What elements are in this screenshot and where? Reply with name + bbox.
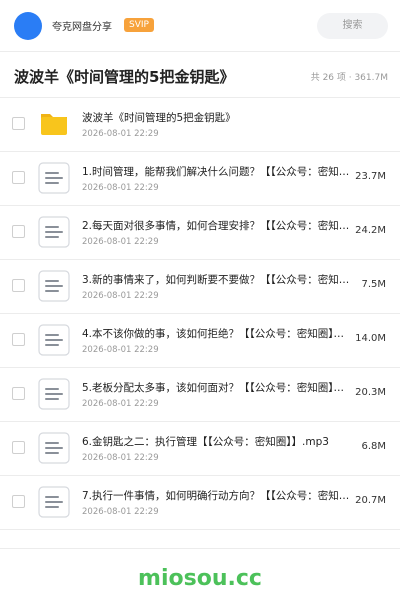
row-checkbox[interactable] xyxy=(12,117,25,130)
top-bar: 夸克网盘分享 SVIP 搜索 xyxy=(0,0,400,52)
row-checkbox[interactable] xyxy=(12,279,25,292)
page-title: 波波羊《时间管理的5把金钥匙》 xyxy=(14,68,235,86)
file-row[interactable]: 4.本不该你做的事，该如何拒绝？【【公众号：密知圈】】.mp3 2026-08-0… xyxy=(0,314,400,368)
row-checkbox[interactable] xyxy=(12,387,25,400)
file-date: 2026-08-01 22:29 xyxy=(82,183,159,193)
row-checkbox[interactable] xyxy=(12,225,25,238)
file-name[interactable]: 4.本不该你做的事，该如何拒绝？【【公众号：密知圈】】.mp3 xyxy=(82,326,354,341)
search-button[interactable]: 搜索 xyxy=(317,13,388,39)
file-row[interactable]: 1.时间管理，能帮我们解决什么问题？【【公众号：密知圈】】.mp3 2026-08… xyxy=(0,152,400,206)
file-name[interactable]: 3.新的事情来了，如何判断要不要做？【【公众号：密知圈】】.mp3 xyxy=(82,272,354,287)
file-name[interactable]: 7.执行一件事情，如何明确行动方向？【【公众号：密知圈】】.mp3 xyxy=(82,488,354,503)
watermark: miosou.cc xyxy=(0,548,400,600)
file-date: 2026-08-01 22:29 xyxy=(82,345,159,355)
file-name[interactable]: 波波羊《时间管理的5把金钥匙》 xyxy=(82,110,372,125)
row-checkbox[interactable] xyxy=(12,441,25,454)
folder-row[interactable]: 波波羊《时间管理的5把金钥匙》 2026-08-01 22:29 xyxy=(0,98,400,152)
file-row[interactable]: 5.老板分配太多事，该如何面对？【【公众号：密知圈】】.mp3 2026-08-0… xyxy=(0,368,400,422)
file-size: 20.3M xyxy=(355,387,386,398)
file-size: 23.7M xyxy=(355,171,386,182)
file-stats: 共 26 项 · 361.7M xyxy=(310,73,388,83)
document-icon xyxy=(38,324,70,356)
avatar[interactable] xyxy=(14,12,42,40)
document-icon xyxy=(38,162,70,194)
file-row[interactable]: 3.新的事情来了，如何判断要不要做？【【公众号：密知圈】】.mp3 2026-08… xyxy=(0,260,400,314)
file-date: 2026-08-01 22:29 xyxy=(82,129,159,139)
file-date: 2026-08-01 22:29 xyxy=(82,453,159,463)
svip-badge: SVIP xyxy=(124,18,154,32)
file-size: 6.8M xyxy=(361,441,386,452)
file-size: 24.2M xyxy=(355,225,386,236)
document-icon xyxy=(38,270,70,302)
document-icon xyxy=(38,378,70,410)
file-size: 7.5M xyxy=(361,279,386,290)
document-icon xyxy=(38,216,70,248)
row-checkbox[interactable] xyxy=(12,333,25,346)
file-row[interactable]: 2.每天面对很多事情，如何合理安排？【【公众号：密知圈】】.mp3 2026-08… xyxy=(0,206,400,260)
row-checkbox[interactable] xyxy=(12,495,25,508)
brand-name: 夸克网盘分享 xyxy=(52,22,112,33)
file-row[interactable]: 6.金钥匙之二：执行管理【【公众号：密知圈】】.mp3 2026-08-01 22… xyxy=(0,422,400,476)
file-date: 2026-08-01 22:29 xyxy=(82,507,159,517)
document-icon xyxy=(38,486,70,518)
file-row[interactable]: 7.执行一件事情，如何明确行动方向？【【公众号：密知圈】】.mp3 2026-08… xyxy=(0,476,400,530)
file-name[interactable]: 2.每天面对很多事情，如何合理安排？【【公众号：密知圈】】.mp3 xyxy=(82,218,354,233)
file-date: 2026-08-01 22:29 xyxy=(82,399,159,409)
file-name[interactable]: 1.时间管理，能帮我们解决什么问题？【【公众号：密知圈】】.mp3 xyxy=(82,164,354,179)
file-date: 2026-08-01 22:29 xyxy=(82,237,159,247)
file-size: 14.0M xyxy=(355,333,386,344)
row-checkbox[interactable] xyxy=(12,171,25,184)
file-date: 2026-08-01 22:29 xyxy=(82,291,159,301)
file-name[interactable]: 5.老板分配太多事，该如何面对？【【公众号：密知圈】】.mp3 xyxy=(82,380,354,395)
folder-icon xyxy=(38,108,70,140)
file-size: 20.7M xyxy=(355,495,386,506)
file-name[interactable]: 6.金钥匙之二：执行管理【【公众号：密知圈】】.mp3 xyxy=(82,434,354,449)
document-icon xyxy=(38,432,70,464)
title-bar: 波波羊《时间管理的5把金钥匙》 共 26 项 · 361.7M xyxy=(0,52,400,98)
